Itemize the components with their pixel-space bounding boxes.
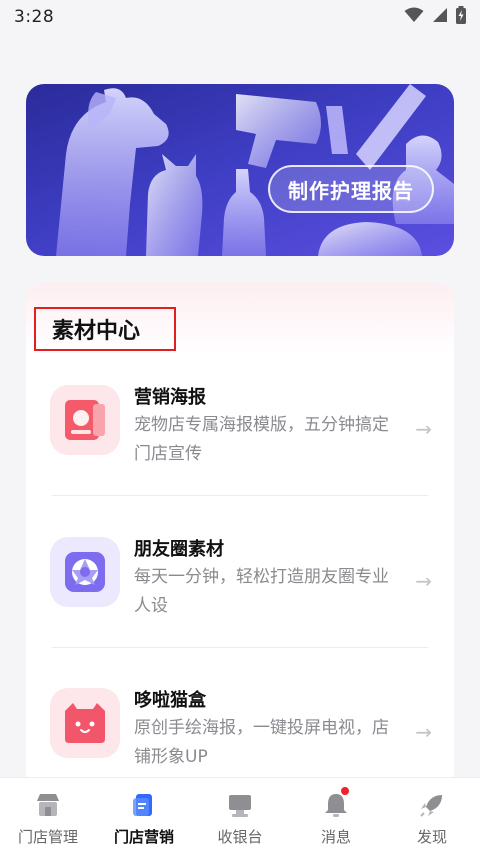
tab-store-marketing[interactable]: 门店营销 (96, 778, 192, 853)
signal-icon (432, 7, 448, 27)
tab-label: 收银台 (217, 828, 263, 846)
tab-label: 门店营销 (113, 828, 174, 846)
status-time: 3:28 (14, 7, 55, 27)
arrow-right-icon: → (415, 569, 432, 593)
status-icons (404, 6, 466, 28)
tab-cashier[interactable]: 收银台 (192, 778, 288, 853)
aperture-icon (50, 537, 120, 607)
cashier-icon (225, 790, 255, 820)
item-name: 朋友圈素材 (134, 539, 224, 560)
battery-icon (456, 6, 466, 28)
tab-label: 发现 (416, 828, 447, 846)
material-center-header: 素材中心 (34, 307, 176, 351)
divider (52, 495, 428, 496)
tab-store-management[interactable]: 门店管理 (0, 778, 96, 853)
divider (52, 647, 428, 648)
material-center-title: 素材中心 (52, 319, 141, 344)
tab-messages[interactable]: 消息 (288, 778, 384, 853)
status-bar: 3:28 (0, 0, 480, 34)
make-care-report-button[interactable]: 制作护理报告 (268, 165, 434, 213)
tab-label: 门店管理 (17, 828, 78, 846)
item-description: 原创手绘海报，一键投屏电视，店铺形象UP (134, 718, 389, 767)
material-item-moments[interactable]: 朋友圈素材 每天一分钟，轻松打造朋友圈专业人设 → (26, 517, 454, 647)
bottom-tab-bar: 门店管理 门店营销 收银台 消息 发现 (0, 777, 480, 853)
unread-badge (339, 786, 350, 796)
item-description: 每天一分钟，轻松打造朋友圈专业人设 (134, 567, 389, 616)
item-description: 宠物店专属海报模版，五分钟搞定门店宣传 (134, 415, 389, 464)
rocket-icon (417, 790, 447, 820)
care-report-banner[interactable]: 制作护理报告 (26, 84, 454, 256)
item-name: 哆啦猫盒 (134, 690, 206, 711)
cat-box-icon (50, 688, 120, 758)
material-center-card: 素材中心 营销海报 宠物店专属海报模版，五分钟搞定门店宣传 → 朋友圈素材 每天… (26, 283, 454, 803)
arrow-right-icon: → (415, 417, 432, 441)
arrow-right-icon: → (415, 720, 432, 744)
tab-discover[interactable]: 发现 (384, 778, 480, 853)
store-icon (33, 790, 63, 820)
item-name: 营销海报 (134, 387, 206, 408)
marketing-icon (129, 790, 159, 820)
material-item-marketing-poster[interactable]: 营销海报 宠物店专属海报模版，五分钟搞定门店宣传 → (26, 365, 454, 495)
tab-label: 消息 (320, 828, 351, 846)
wifi-icon (404, 7, 424, 27)
poster-icon (50, 385, 120, 455)
